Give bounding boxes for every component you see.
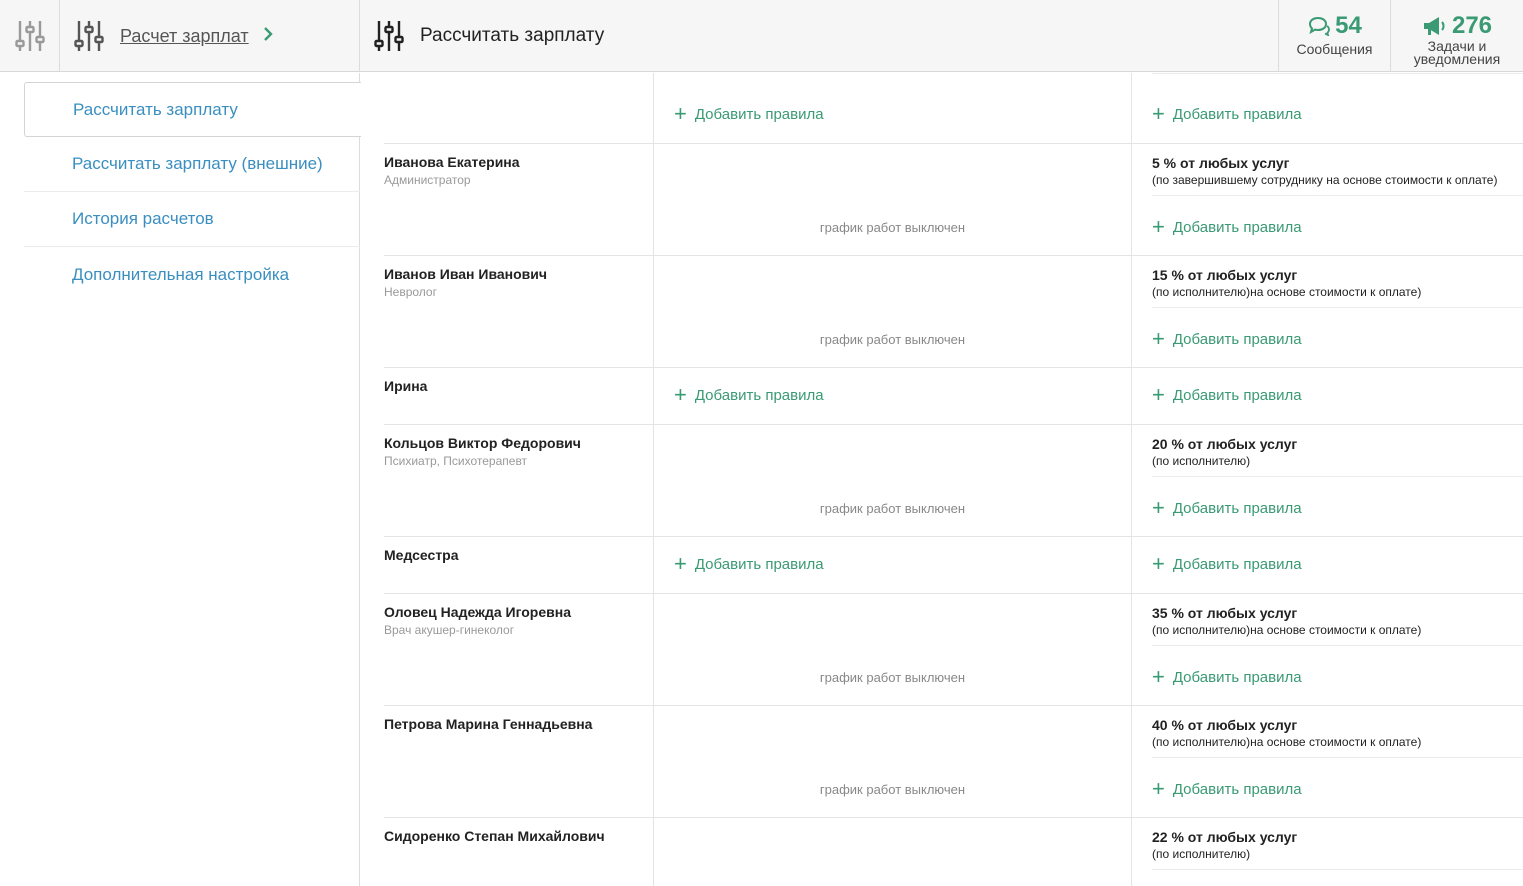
rule-title[interactable]: 22 % от любых услуг bbox=[1152, 829, 1297, 845]
add-rules-button[interactable]: + Добавить правила bbox=[674, 384, 824, 406]
plus-icon: + bbox=[1152, 214, 1165, 239]
add-rules-button[interactable]: + Добавить правила bbox=[1152, 666, 1302, 688]
employee-name: Ирина bbox=[384, 378, 428, 394]
plus-icon: + bbox=[1152, 382, 1165, 407]
breadcrumb: Расчет зарплат bbox=[60, 0, 360, 72]
sidebar-item-label: История расчетов bbox=[72, 209, 214, 228]
chevron-right-icon bbox=[263, 26, 273, 47]
breadcrumb-link[interactable]: Расчет зарплат bbox=[120, 26, 249, 47]
top-bar: Расчет зарплат Рассчитать зарплату 54 Со… bbox=[0, 0, 1523, 72]
plus-icon: + bbox=[1152, 776, 1165, 801]
rule-divider bbox=[1152, 869, 1523, 870]
schedule-off-text: график работ выключен bbox=[819, 670, 966, 685]
tasks-counter[interactable]: 276 Задачи и уведомления bbox=[1390, 0, 1523, 72]
rule-title[interactable]: 20 % от любых услуг bbox=[1152, 436, 1297, 452]
table-row: Иванова Екатерина Администратор график р… bbox=[384, 144, 1523, 256]
employee-name: Кольцов Виктор Федорович bbox=[384, 435, 581, 451]
table-row: Петрова Марина Геннадьевна график работ … bbox=[384, 706, 1523, 818]
rule-divider bbox=[1152, 645, 1523, 646]
sliders-icon bbox=[374, 21, 404, 51]
plus-icon: + bbox=[674, 101, 687, 126]
chat-icon bbox=[1309, 16, 1331, 36]
table-row: Медсестра + Добавить правила + Добавить пр… bbox=[384, 537, 1523, 594]
employee-name: Петрова Марина Геннадьевна bbox=[384, 716, 593, 732]
table-row: Иванов Иван Иванович Невролог график раб… bbox=[384, 256, 1523, 368]
messages-counter[interactable]: 54 Сообщения bbox=[1278, 0, 1390, 72]
employee-role: Врач акушер-гинеколог bbox=[384, 623, 515, 637]
salary-table: + Добавить правила + Добавить правила Иван… bbox=[360, 73, 1523, 886]
add-rules-button[interactable]: + Добавить правила bbox=[1152, 497, 1302, 519]
schedule-off-text: график работ выключен bbox=[819, 332, 966, 347]
employee-role: Психиатр, Психотерапевт bbox=[384, 454, 528, 468]
rule-description: (по исполнителю) bbox=[1152, 454, 1251, 468]
rule-description: (по завершившему сотруднику на основе ст… bbox=[1152, 173, 1498, 187]
table-row: Кольцов Виктор Федорович Психиатр, Психо… bbox=[384, 425, 1523, 537]
employee-name: Иванов Иван Иванович bbox=[384, 266, 548, 282]
plus-icon: + bbox=[1152, 664, 1165, 689]
add-rules-button[interactable]: + Добавить правила bbox=[674, 103, 824, 125]
employee-name: Иванова Екатерина bbox=[384, 154, 520, 170]
sidebar-item-additional-settings[interactable]: Дополнительная настройка bbox=[24, 247, 360, 302]
add-rules-button[interactable]: + Добавить правила bbox=[1152, 103, 1302, 125]
add-rules-button[interactable]: + Добавить правила bbox=[1152, 328, 1302, 350]
table-row: Ирина + Добавить правила + Добавить правил… bbox=[384, 368, 1523, 425]
sidebar-item-label: Рассчитать зарплату (внешние) bbox=[72, 154, 323, 173]
add-rules-button[interactable]: + Добавить правила bbox=[674, 553, 824, 575]
sliders-icon bbox=[74, 21, 104, 51]
rule-title[interactable]: 35 % от любых услуг bbox=[1152, 605, 1297, 621]
add-rules-button[interactable]: + Добавить правила bbox=[1152, 553, 1302, 575]
table-row: Оловец Надежда Игоревна Врач акушер-гине… bbox=[384, 594, 1523, 706]
sidebar-item-calculate-salary-external[interactable]: Рассчитать зарплату (внешние) bbox=[24, 137, 360, 192]
sidebar-item-label: Рассчитать зарплату bbox=[73, 99, 238, 119]
rule-description: (по исполнителю) bbox=[1152, 847, 1251, 861]
plus-icon: + bbox=[1152, 495, 1165, 520]
employee-name: Сидоренко Степан Михайлович bbox=[384, 828, 605, 844]
rule-description: (по исполнителю)на основе стоимости к оп… bbox=[1152, 285, 1422, 299]
sidebar-toggle[interactable] bbox=[0, 0, 60, 72]
sidebar: Рассчитать зарплату Рассчитать зарплату … bbox=[0, 73, 361, 886]
schedule-off-text: график работ выключен bbox=[819, 220, 966, 235]
employee-name: Медсестра bbox=[384, 547, 459, 563]
add-rules-button[interactable]: + Добавить правила bbox=[1152, 384, 1302, 406]
plus-icon: + bbox=[1152, 326, 1165, 351]
sidebar-item-label: Дополнительная настройка bbox=[72, 264, 290, 284]
tasks-label-line2: уведомления bbox=[1413, 51, 1501, 67]
page-header: Рассчитать зарплату bbox=[360, 0, 1278, 72]
rule-title[interactable]: 15 % от любых услуг bbox=[1152, 267, 1297, 283]
rule-title[interactable]: 5 % от любых услуг bbox=[1152, 155, 1289, 171]
plus-icon: + bbox=[1152, 551, 1165, 576]
megaphone-icon bbox=[1423, 17, 1445, 35]
schedule-off-text: график работ выключен bbox=[819, 782, 966, 797]
rule-description: (по исполнителю)на основе стоимости к оп… bbox=[1152, 623, 1422, 637]
schedule-off-text: график работ выключен bbox=[819, 501, 966, 516]
rule-title[interactable]: 40 % от любых услуг bbox=[1152, 717, 1297, 733]
sidebar-item-history[interactable]: История расчетов bbox=[24, 192, 360, 247]
table-row: Сидоренко Степан Михайлович 22 % от любы… bbox=[384, 818, 1523, 886]
messages-label: Сообщения bbox=[1296, 41, 1373, 57]
sidebar-item-calculate-salary[interactable]: Рассчитать зарплату bbox=[24, 82, 361, 137]
table-row: + Добавить правила + Добавить правила bbox=[384, 73, 1523, 144]
plus-icon: + bbox=[674, 551, 687, 576]
messages-count: 54 bbox=[1335, 12, 1362, 39]
rule-divider bbox=[1152, 73, 1523, 74]
rule-divider bbox=[1152, 195, 1523, 196]
rule-divider bbox=[1152, 757, 1523, 758]
rule-divider bbox=[1152, 307, 1523, 308]
employee-name: Оловец Надежда Игоревна bbox=[384, 604, 571, 620]
employee-role: Невролог bbox=[384, 285, 437, 299]
add-rules-button[interactable]: + Добавить правила bbox=[1152, 216, 1302, 238]
page-title: Рассчитать зарплату bbox=[420, 25, 605, 46]
rule-divider bbox=[1152, 476, 1523, 477]
plus-icon: + bbox=[1152, 101, 1165, 126]
rule-description: (по исполнителю)на основе стоимости к оп… bbox=[1152, 735, 1422, 749]
tasks-count: 276 bbox=[1451, 12, 1493, 39]
employee-role: Администратор bbox=[384, 173, 471, 187]
sliders-icon bbox=[14, 21, 45, 51]
plus-icon: + bbox=[674, 382, 687, 407]
add-rules-button[interactable]: + Добавить правила bbox=[1152, 778, 1302, 800]
